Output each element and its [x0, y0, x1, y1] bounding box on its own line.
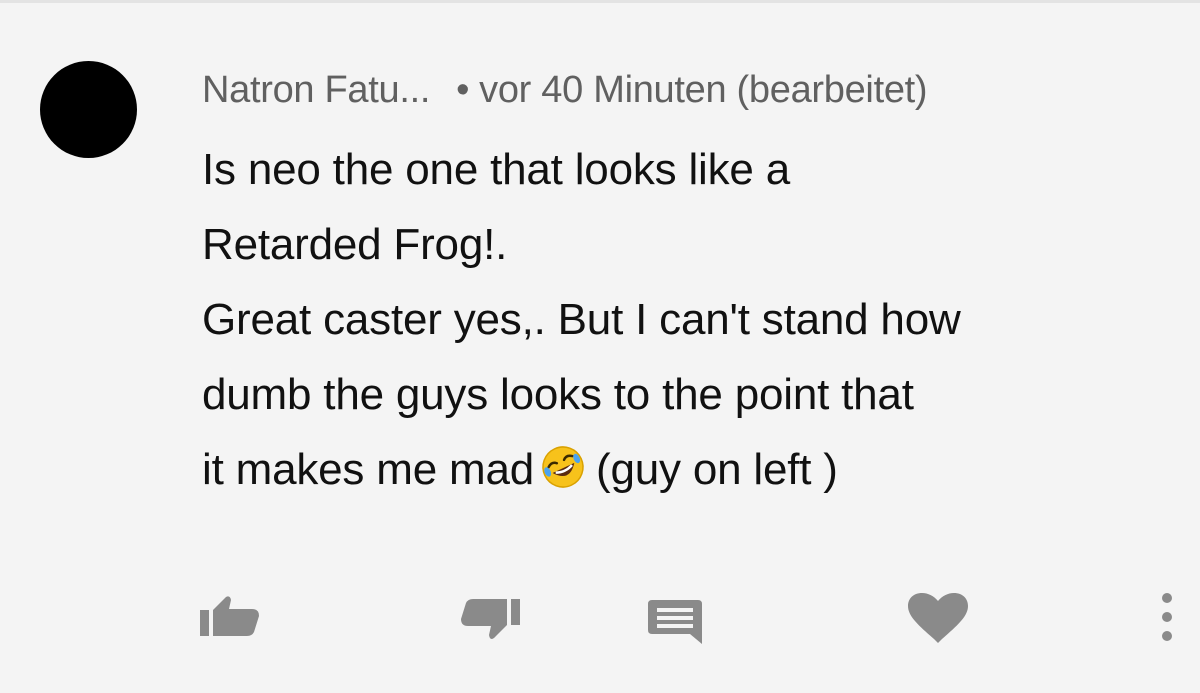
thumbs-up-icon — [200, 596, 264, 636]
rolling-on-floor-laughing-emoji — [540, 438, 586, 488]
heart-icon — [908, 593, 968, 643]
comment-text-line: Is neo the one that looks like a — [202, 145, 790, 194]
more-options-button[interactable] — [1160, 591, 1174, 643]
dislike-button[interactable] — [456, 599, 520, 641]
avatar[interactable] — [40, 61, 137, 158]
thumbs-down-icon — [456, 599, 520, 641]
reply-comment-icon — [648, 598, 704, 644]
comment-text-line: Retarded Frog!. — [202, 220, 508, 269]
comment-text-line: Great caster yes,. But I can't stand how — [202, 295, 961, 344]
comment-text-segment: (guy on left ) — [596, 445, 838, 494]
comment-timestamp[interactable]: vor 40 Minuten (bearbeitet) — [479, 69, 927, 111]
reply-button[interactable] — [648, 598, 704, 644]
like-button[interactable] — [200, 596, 264, 636]
comment-text-segment: it makes me mad — [202, 445, 534, 494]
meta-separator: • — [456, 69, 470, 111]
comment-content: Natron Fatu... • vor 40 Minuten (bearbeite… — [202, 62, 1162, 507]
more-vertical-icon — [1160, 591, 1174, 643]
heart-button[interactable] — [908, 593, 968, 643]
comment-text-line: it makes me mad (guy on left ) — [202, 432, 1162, 507]
comment-text-line: dumb the guys looks to the point that — [202, 370, 914, 419]
comment-meta: Natron Fatu... • vor 40 Minuten (bearbeite… — [202, 62, 1162, 118]
comment-item: Natron Fatu... • vor 40 Minuten (bearbeite… — [0, 0, 1200, 693]
comment-text: Is neo the one that looks like a Retarde… — [202, 132, 1162, 507]
author-name[interactable]: Natron Fatu... — [202, 69, 430, 111]
